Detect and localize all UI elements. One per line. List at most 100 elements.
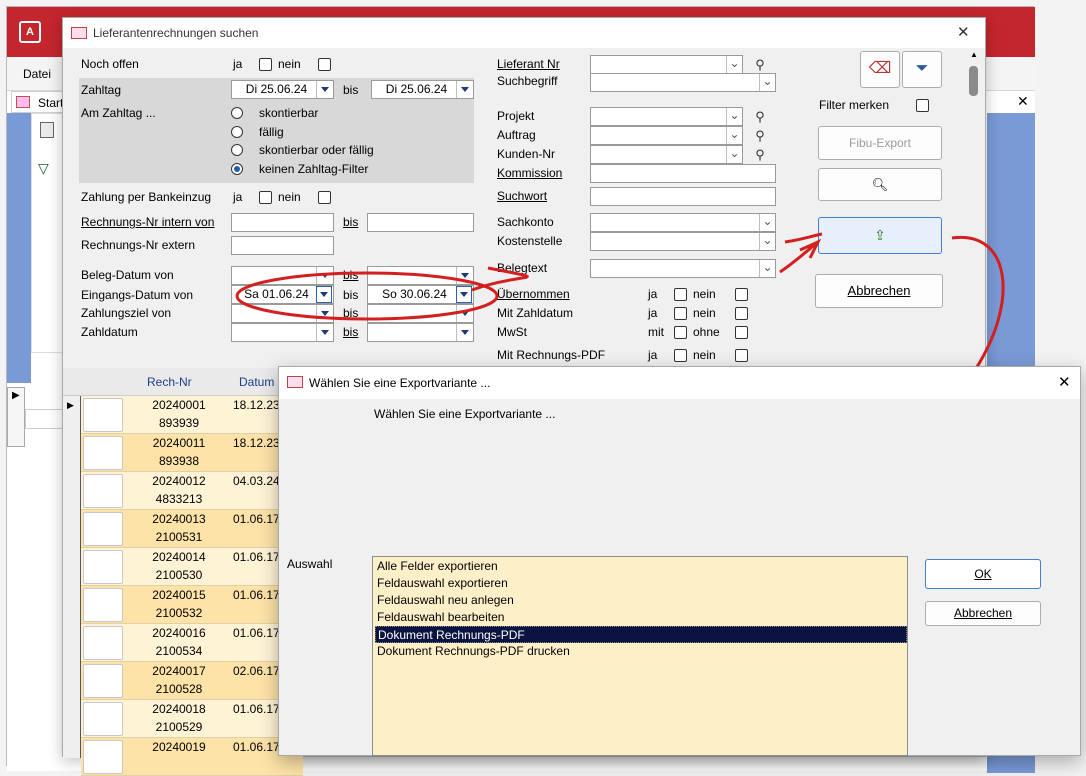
uebernommen-ja-checkbox[interactable]	[674, 288, 687, 301]
fibu-export-label: Fibu-Export	[848, 136, 912, 150]
projekt-input[interactable]	[590, 107, 743, 126]
row-cell-blank[interactable]	[83, 702, 123, 736]
table-row[interactable]: 20240001 893939 18.12.23	[81, 396, 303, 434]
close-icon[interactable]: ✕	[1058, 373, 1071, 391]
table-row[interactable]: 20240012 4833213 04.03.24	[81, 472, 303, 510]
fibu-export-button[interactable]: Fibu-Export	[818, 126, 942, 160]
row-cell-blank[interactable]	[83, 626, 123, 660]
preview-button[interactable]: 🔍︎	[818, 168, 942, 201]
beleg-von-dropdown-icon[interactable]	[316, 267, 332, 284]
nav-pane	[7, 113, 31, 383]
binoculars-icon[interactable]: ⚲	[749, 107, 771, 126]
rn-intern-bis-input[interactable]	[367, 213, 474, 232]
kostenstelle-input[interactable]	[590, 232, 776, 251]
filter-merken-checkbox[interactable]	[916, 99, 929, 112]
sachkonto-dropdown-icon[interactable]	[759, 214, 775, 231]
list-item[interactable]: Dokument Rechnungs-PDF drucken	[375, 643, 907, 660]
binoculars-icon[interactable]: ⚲	[749, 126, 771, 145]
lieferant-dropdown-icon[interactable]	[726, 56, 742, 73]
radio-skontierbar-oder-faellig[interactable]	[231, 144, 243, 156]
radio-faellig[interactable]	[231, 126, 243, 138]
rn-extern-input[interactable]	[231, 236, 334, 255]
suchbegriff-dropdown-icon[interactable]	[759, 74, 775, 91]
row-cell-blank[interactable]	[83, 740, 123, 774]
export-abbrechen-button[interactable]: Abbrechen	[925, 601, 1041, 626]
clear-filter-button[interactable]: ⌫	[860, 51, 900, 88]
zahltag-bis-dropdown-icon[interactable]	[456, 81, 472, 98]
list-item[interactable]: Feldauswahl exportieren	[375, 575, 907, 592]
belegtext-dropdown-icon[interactable]	[759, 260, 775, 277]
ok-button[interactable]: OK	[925, 559, 1041, 589]
lieferant-nr-input[interactable]	[590, 55, 743, 74]
mwst-ohne-checkbox[interactable]	[735, 326, 748, 339]
sachkonto-input[interactable]	[590, 213, 776, 232]
export-listbox[interactable]: Alle Felder exportieren Feldauswahl expor…	[372, 556, 908, 756]
zahltag-von-dropdown-icon[interactable]	[316, 81, 332, 98]
list-item[interactable]: Feldauswahl neu anlegen	[375, 592, 907, 609]
row-cell-blank[interactable]	[83, 664, 123, 698]
close-start-icon[interactable]: ✕	[1017, 93, 1029, 110]
uebernommen-nein-checkbox[interactable]	[735, 288, 748, 301]
zahldatum-von-dropdown-icon[interactable]	[316, 324, 332, 341]
kunden-dropdown-icon[interactable]	[726, 146, 742, 163]
zahlungsziel-von-dropdown-icon[interactable]	[316, 305, 332, 322]
table-row[interactable]: 20240018 2100529 01.06.17	[81, 700, 303, 738]
row-cell-blank[interactable]	[83, 588, 123, 622]
noch-offen-nein-checkbox[interactable]	[318, 58, 331, 71]
eingangs-von-dropdown-icon[interactable]	[316, 286, 332, 303]
col-rech-nr[interactable]: Rech-Nr	[147, 374, 192, 390]
auftrag-dropdown-icon[interactable]	[726, 127, 742, 144]
row-cell-blank[interactable]	[83, 398, 123, 432]
zahldatum-ja-checkbox[interactable]	[674, 307, 687, 320]
suchwort-input[interactable]	[590, 187, 776, 206]
eingangs-bis-dropdown-icon[interactable]	[456, 286, 472, 303]
table-row[interactable]: 20240015 2100532 01.06.17	[81, 586, 303, 624]
table-row[interactable]: 20240017 2100528 02.06.17	[81, 662, 303, 700]
zahlungsziel-bis-dropdown-icon[interactable]	[456, 305, 472, 322]
row-cell-blank[interactable]	[83, 512, 123, 546]
table-row[interactable]: 20240011 893938 18.12.23	[81, 434, 303, 472]
beleg-bis-dropdown-icon[interactable]	[456, 267, 472, 284]
list-item[interactable]: Alle Felder exportieren	[375, 558, 907, 575]
table-row[interactable]: 20240019 01.06.17	[81, 738, 303, 776]
list-item[interactable]: Feldauswahl bearbeiten	[375, 609, 907, 626]
close-icon[interactable]: ✕	[957, 23, 970, 41]
binoculars-icon[interactable]: ⚲	[749, 145, 771, 164]
bankeinzug-ja-checkbox[interactable]	[259, 191, 272, 204]
pdf-ja-checkbox[interactable]	[674, 349, 687, 362]
suchbegriff-input[interactable]	[590, 73, 776, 92]
radio-skontierbar[interactable]	[231, 107, 243, 119]
scroll-thumb[interactable]	[969, 66, 978, 96]
export-icon[interactable]	[40, 122, 54, 138]
table-row[interactable]: 20240014 2100530 01.06.17	[81, 548, 303, 586]
projekt-dropdown-icon[interactable]	[726, 108, 742, 125]
radio-keinen-filter[interactable]	[231, 163, 243, 175]
binoculars-icon[interactable]: ⚲	[749, 55, 771, 74]
row-cell-blank[interactable]	[83, 550, 123, 584]
kunden-nr-input[interactable]	[590, 145, 743, 164]
belegtext-input[interactable]	[590, 259, 776, 278]
pdf-nein-checkbox[interactable]	[735, 349, 748, 362]
row-cell-blank[interactable]	[83, 474, 123, 508]
noch-offen-ja-checkbox[interactable]	[259, 58, 272, 71]
rn-intern-von-input[interactable]	[231, 213, 334, 232]
table-row[interactable]: 20240016 2100534 01.06.17	[81, 624, 303, 662]
export-button[interactable]: ⇪	[818, 217, 942, 254]
mwst-mit-checkbox[interactable]	[674, 326, 687, 339]
scroll-up-icon[interactable]: ▲	[970, 50, 978, 59]
zahldatum-nein-checkbox[interactable]	[735, 307, 748, 320]
row-cell-blank[interactable]	[83, 436, 123, 470]
abbrechen-button[interactable]: Abbrechen	[815, 274, 943, 308]
col-datum[interactable]: Datum	[239, 374, 274, 390]
auftrag-input[interactable]	[590, 126, 743, 145]
zahldatum-bis-dropdown-icon[interactable]	[456, 324, 472, 341]
menu-datei[interactable]: Datei	[23, 66, 51, 82]
kommission-input[interactable]	[590, 164, 776, 183]
list-item[interactable]: Dokument Rechnungs-PDF	[375, 626, 907, 643]
kostenstelle-dropdown-icon[interactable]	[759, 233, 775, 250]
filter-button[interactable]: ⏷	[902, 51, 942, 88]
filter-icon[interactable]: ▽	[38, 160, 49, 177]
table-row[interactable]: 20240013 2100531 01.06.17	[81, 510, 303, 548]
bankeinzug-nein-checkbox[interactable]	[318, 191, 331, 204]
scrollbar[interactable]: ▲	[963, 48, 985, 358]
